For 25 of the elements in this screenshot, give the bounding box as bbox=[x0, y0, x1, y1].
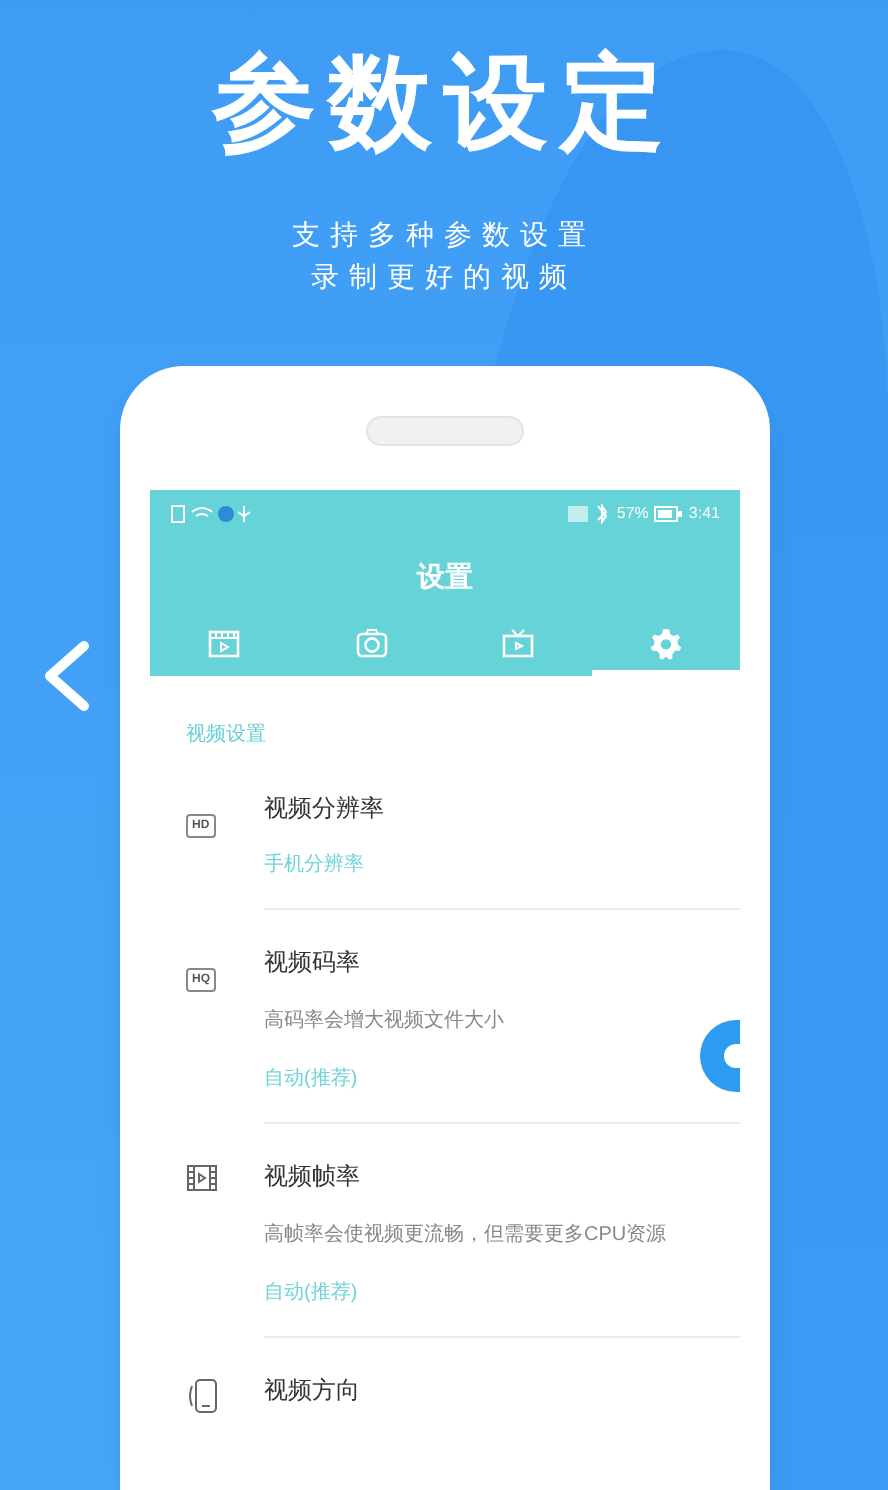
settings-icon bbox=[648, 625, 685, 661]
subtitle-line: 支持多种参数设置 bbox=[292, 216, 596, 254]
setting-description: 高帧率会使视频更流畅，但需要更多CPU资源 bbox=[264, 1221, 669, 1250]
headline: 参数设定 bbox=[212, 44, 676, 164]
setting-title: 视频分辨率 bbox=[264, 792, 386, 824]
app-title: 设置 bbox=[417, 557, 473, 595]
setting-title: 视频方向 bbox=[264, 1374, 362, 1406]
setting-value: 手机分辨率 bbox=[264, 852, 366, 880]
setting-title: 视频帧率 bbox=[264, 1160, 362, 1192]
battery-percent: 57% bbox=[616, 501, 649, 525]
status-time: 3:41 bbox=[688, 501, 720, 525]
setting-value: 自动(推荐) bbox=[264, 1280, 360, 1308]
setting-value: 自动(推荐) bbox=[264, 1066, 360, 1094]
back-chevron-icon[interactable] bbox=[40, 640, 92, 712]
section-title: 视频设置 bbox=[186, 724, 266, 746]
signal-icon bbox=[566, 503, 611, 523]
film-icon bbox=[186, 1164, 218, 1192]
clapper-icon bbox=[205, 625, 242, 661]
tv-icon bbox=[500, 625, 537, 661]
phone-rotate-icon bbox=[186, 1378, 218, 1414]
subtitle-line: 录制更好的视频 bbox=[311, 258, 577, 296]
battery-icon bbox=[654, 505, 683, 521]
setting-title: 视频码率 bbox=[264, 946, 362, 978]
setting-description: 高码率会增大视频文件大小 bbox=[264, 1007, 506, 1036]
camera-icon bbox=[353, 625, 390, 661]
